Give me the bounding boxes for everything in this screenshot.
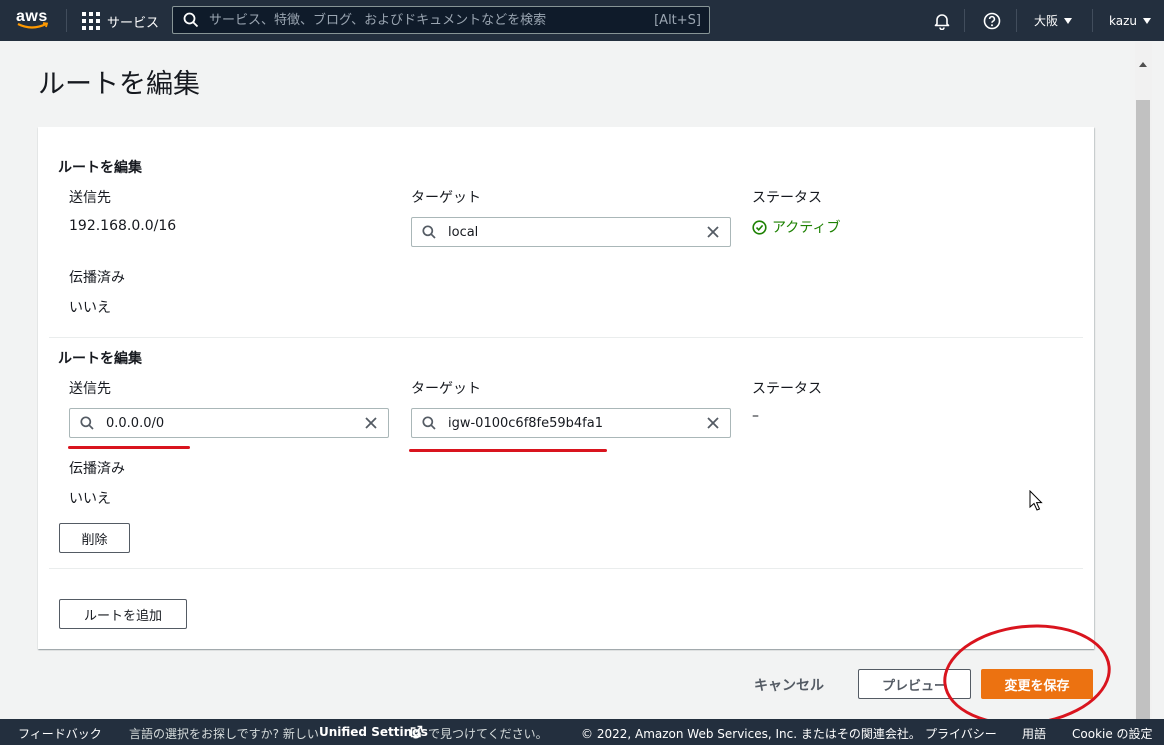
route-section-title: ルートを編集 bbox=[58, 160, 142, 176]
feedback-link[interactable]: フィードバック bbox=[18, 725, 102, 742]
status-value: アクティブ bbox=[772, 220, 841, 236]
routes-panel: ルートを編集 送信先 192.168.0.0/16 ターゲット ステータス アク… bbox=[38, 127, 1094, 649]
target-label: ターゲット bbox=[411, 381, 481, 397]
clear-icon[interactable] bbox=[364, 416, 378, 430]
aws-logo[interactable]: aws bbox=[16, 6, 52, 34]
bell-icon bbox=[932, 11, 952, 31]
propagated-value: いいえ bbox=[69, 300, 111, 316]
caret-down-icon bbox=[1143, 17, 1151, 24]
scrollbar-thumb[interactable] bbox=[1136, 100, 1150, 744]
destination-label: 送信先 bbox=[69, 190, 111, 206]
destination-field[interactable] bbox=[69, 408, 389, 438]
global-search[interactable]: [Alt+S] bbox=[172, 6, 710, 34]
region-label: 大阪 bbox=[1034, 12, 1073, 29]
search-icon bbox=[422, 416, 436, 430]
services-label: サービス bbox=[107, 15, 160, 31]
nav-divider bbox=[964, 9, 965, 32]
destination-label: 送信先 bbox=[69, 381, 111, 397]
propagated-value: いいえ bbox=[69, 491, 111, 507]
propagated-label: 伝播済み bbox=[69, 270, 125, 286]
page-title: ルートを編集 bbox=[38, 69, 200, 100]
search-icon bbox=[80, 416, 94, 430]
propagated-label: 伝播済み bbox=[69, 461, 125, 477]
caret-down-icon bbox=[1064, 17, 1073, 24]
search-icon bbox=[422, 225, 436, 239]
console-footer: フィードバック 言語の選択をお探しですか? 新しい Unified Settin… bbox=[0, 719, 1164, 745]
search-icon bbox=[183, 12, 199, 28]
section-divider bbox=[49, 568, 1083, 569]
status-badge: アクティブ bbox=[752, 217, 840, 237]
destination-input[interactable] bbox=[104, 414, 364, 432]
nav-divider bbox=[66, 9, 67, 32]
grid-icon bbox=[82, 12, 100, 30]
notifications-button[interactable] bbox=[932, 0, 952, 41]
search-shortcut: [Alt+S] bbox=[654, 12, 701, 28]
account-menu[interactable]: kazu bbox=[1109, 0, 1151, 41]
status-value: – bbox=[752, 408, 759, 424]
destination-value: 192.168.0.0/16 bbox=[69, 218, 177, 234]
privacy-link[interactable]: プライバシー bbox=[925, 725, 997, 742]
external-link-icon bbox=[410, 725, 423, 738]
nav-divider bbox=[1016, 9, 1017, 32]
scroll-up-icon[interactable] bbox=[1139, 62, 1147, 67]
status-label: ステータス bbox=[752, 190, 822, 206]
target-field[interactable] bbox=[411, 408, 731, 438]
top-navigation: aws サービス [Alt+S] bbox=[0, 0, 1164, 41]
region-selector[interactable]: 大阪 bbox=[1034, 0, 1073, 41]
language-suffix: で見つけてください。 bbox=[428, 727, 548, 741]
account-label: kazu bbox=[1109, 14, 1151, 28]
nav-divider bbox=[1092, 9, 1093, 32]
help-button[interactable] bbox=[982, 0, 1002, 41]
terms-link[interactable]: 用語 bbox=[1022, 725, 1046, 742]
clear-icon[interactable] bbox=[706, 225, 720, 239]
copyright: © 2022, Amazon Web Services, Inc. またはその関… bbox=[581, 727, 921, 741]
help-icon bbox=[982, 11, 1002, 31]
section-divider bbox=[49, 337, 1083, 338]
search-input[interactable] bbox=[207, 11, 655, 29]
aws-smile-icon bbox=[17, 22, 49, 29]
add-route-button[interactable]: ルートを追加 bbox=[59, 599, 187, 629]
clear-icon[interactable] bbox=[706, 416, 720, 430]
language-prompt: 言語の選択をお探しですか? 新しい bbox=[129, 727, 319, 741]
services-menu[interactable]: サービス bbox=[82, 10, 159, 32]
route-section-title: ルートを編集 bbox=[58, 351, 142, 367]
status-label: ステータス bbox=[752, 381, 822, 397]
page-scrollbar[interactable] bbox=[1135, 42, 1152, 744]
cursor-icon bbox=[1029, 490, 1043, 511]
target-input[interactable] bbox=[446, 414, 706, 432]
cancel-button[interactable]: キャンセル bbox=[754, 675, 824, 695]
target-field[interactable] bbox=[411, 217, 731, 247]
target-input[interactable] bbox=[446, 223, 706, 241]
annotation-underline bbox=[409, 449, 607, 452]
check-circle-icon bbox=[752, 219, 767, 235]
target-label: ターゲット bbox=[411, 190, 481, 206]
remove-button[interactable]: 削除 bbox=[59, 523, 130, 553]
cookie-settings-link[interactable]: Cookie の設定 bbox=[1072, 725, 1153, 742]
annotation-underline bbox=[68, 446, 190, 449]
